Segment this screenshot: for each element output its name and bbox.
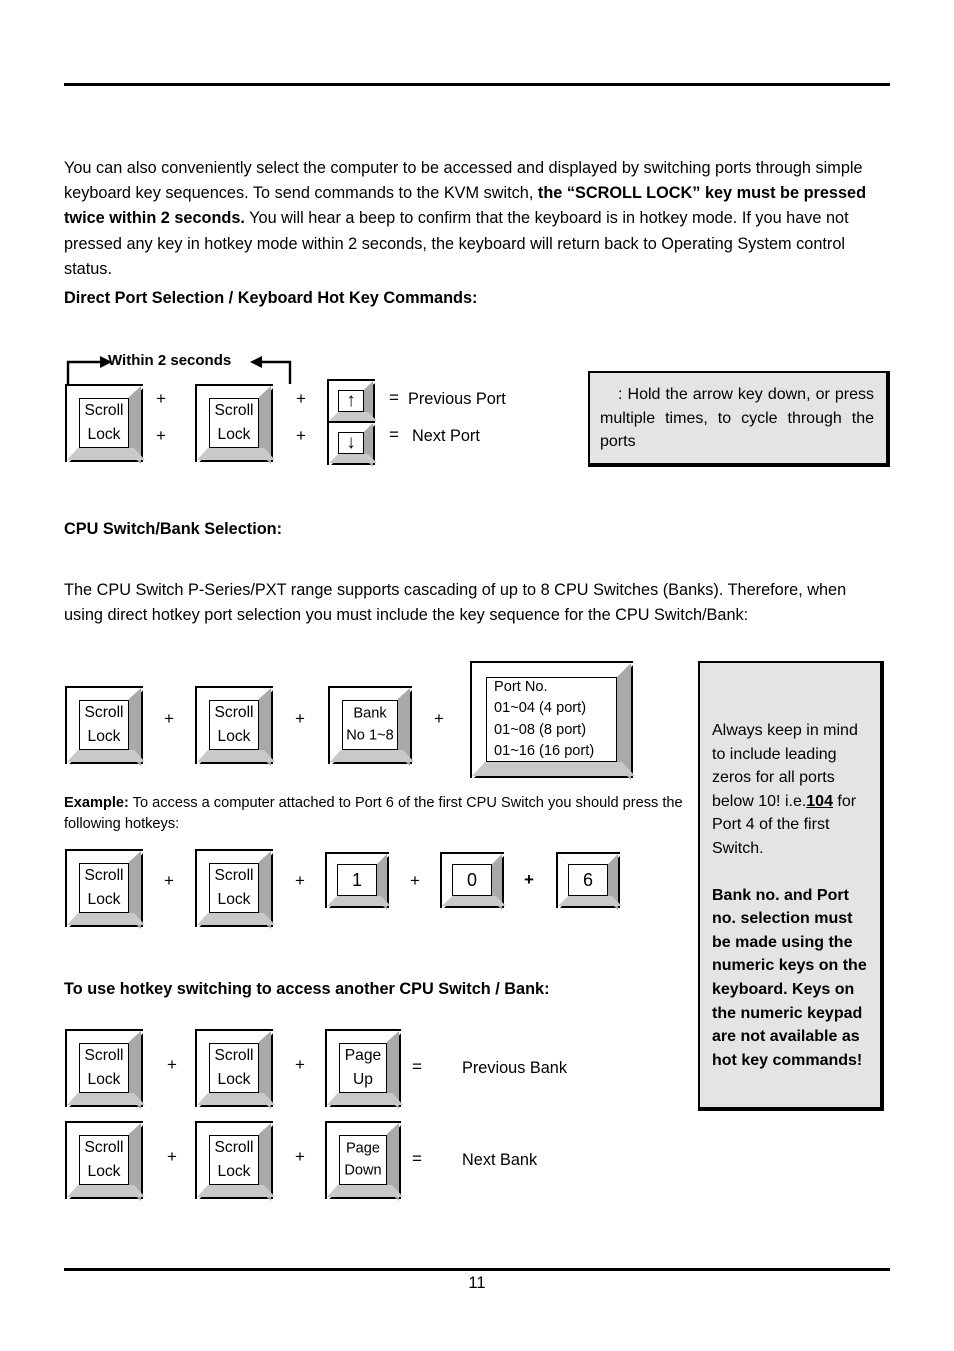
note-text: Always keep in mind to include leading z…	[712, 719, 870, 1072]
key-port-number: Port No. 01~04 (4 port) 01~08 (8 port) 0…	[470, 661, 635, 780]
key-page-up: Page Up	[325, 1029, 403, 1109]
plus-operator: +	[156, 426, 166, 445]
key-scroll-lock: Scroll Lock	[195, 1029, 275, 1109]
key-scroll-lock: Scroll Lock	[195, 1121, 275, 1201]
key-label: Scroll Lock	[84, 1139, 124, 1180]
plus-operator: +	[296, 389, 306, 408]
result-previous-bank: Previous Bank	[462, 1059, 567, 1077]
result-previous-port: Previous Port	[408, 390, 506, 408]
plus-operator: +	[164, 709, 174, 728]
key-label: 1	[351, 870, 362, 890]
note-emphasis-104: 104	[806, 792, 833, 810]
key-digit-6: 6	[556, 852, 622, 910]
key-label: Bank No 1~8	[346, 705, 394, 744]
plus-operator: +	[167, 1147, 177, 1166]
key-label: Scroll Lock	[84, 704, 124, 745]
within-2-seconds-label: Within 2 seconds	[108, 352, 232, 369]
key-label: ↑	[346, 390, 356, 411]
key-scroll-lock: Scroll Lock	[65, 1121, 145, 1201]
note-box-arrow-key: : Hold the arrow key down, or press mult…	[588, 371, 890, 467]
key-arrow-down: ↓	[327, 421, 377, 467]
plus-operator: +	[295, 1055, 305, 1074]
example-text: To access a computer attached to Port 6 …	[64, 795, 683, 832]
plus-operator: +	[167, 1055, 177, 1074]
document-page: You can also conveniently select the com…	[0, 0, 954, 1351]
equals-operator: =	[412, 1057, 422, 1076]
equals-operator: =	[389, 388, 399, 407]
plus-operator: +	[410, 871, 420, 890]
key-digit-0: 0	[440, 852, 506, 910]
key-label: 0	[466, 870, 477, 890]
key-scroll-lock: Scroll Lock	[195, 686, 275, 766]
result-next-port: Next Port	[412, 427, 480, 445]
key-label: Scroll Lock	[84, 402, 124, 443]
key-label: Scroll Lock	[214, 1139, 254, 1180]
plus-operator: +	[295, 1147, 305, 1166]
key-label: Scroll Lock	[214, 1047, 254, 1088]
key-scroll-lock: Scroll Lock	[195, 849, 275, 929]
note-box-leading-zeros: Always keep in mind to include leading z…	[698, 661, 884, 1111]
key-digit-1: 1	[325, 852, 391, 910]
footer-rule	[64, 1268, 890, 1271]
key-label: Page Down	[344, 1140, 382, 1179]
key-scroll-lock: Scroll Lock	[65, 1029, 145, 1109]
key-label: Scroll Lock	[84, 867, 124, 908]
plus-operator: +	[434, 709, 444, 728]
plus-operator: +	[296, 426, 306, 445]
key-scroll-lock: Scroll Lock	[65, 849, 145, 929]
plus-operator: +	[156, 389, 166, 408]
key-label: Scroll Lock	[214, 704, 254, 745]
result-next-bank: Next Bank	[462, 1151, 538, 1169]
key-label: 6	[582, 870, 593, 890]
plus-operator: +	[164, 871, 174, 890]
key-scroll-lock: Scroll Lock	[65, 384, 145, 464]
plus-operator: +	[295, 709, 305, 728]
key-label: Scroll Lock	[84, 1047, 124, 1088]
key-label: Page Up	[344, 1047, 382, 1088]
key-scroll-lock: Scroll Lock	[65, 686, 145, 766]
note-bold-warning: Bank no. and Port no. selection must be …	[712, 886, 867, 1069]
heading-cpu-switch-bank-selection: CPU Switch/Bank Selection:	[64, 520, 283, 538]
key-bank-number: Bank No 1~8	[328, 686, 414, 766]
cpu-bank-paragraph: The CPU Switch P-Series/PXT range suppor…	[64, 581, 847, 625]
key-page-down: Page Down	[325, 1121, 403, 1201]
plus-operator: +	[295, 871, 305, 890]
page-number: 11	[468, 1274, 486, 1292]
key-label: Scroll Lock	[214, 402, 254, 443]
equals-operator: =	[389, 425, 399, 444]
plus-operator: +	[524, 870, 534, 889]
heading-hotkey-switch-bank: To use hotkey switching to access anothe…	[64, 980, 550, 998]
key-arrow-up: ↑	[327, 379, 377, 425]
note-text: : Hold the arrow key down, or press mult…	[600, 386, 874, 450]
key-label: Scroll Lock	[214, 867, 254, 908]
example-label: Example:	[64, 795, 129, 811]
key-label: Port No. 01~04 (4 port) 01~08 (8 port) 0…	[494, 678, 595, 760]
key-scroll-lock: Scroll Lock	[195, 384, 275, 464]
key-label: ↓	[346, 432, 356, 453]
example-paragraph: Example: To access a computer attached t…	[64, 793, 689, 835]
equals-operator: =	[412, 1149, 422, 1168]
